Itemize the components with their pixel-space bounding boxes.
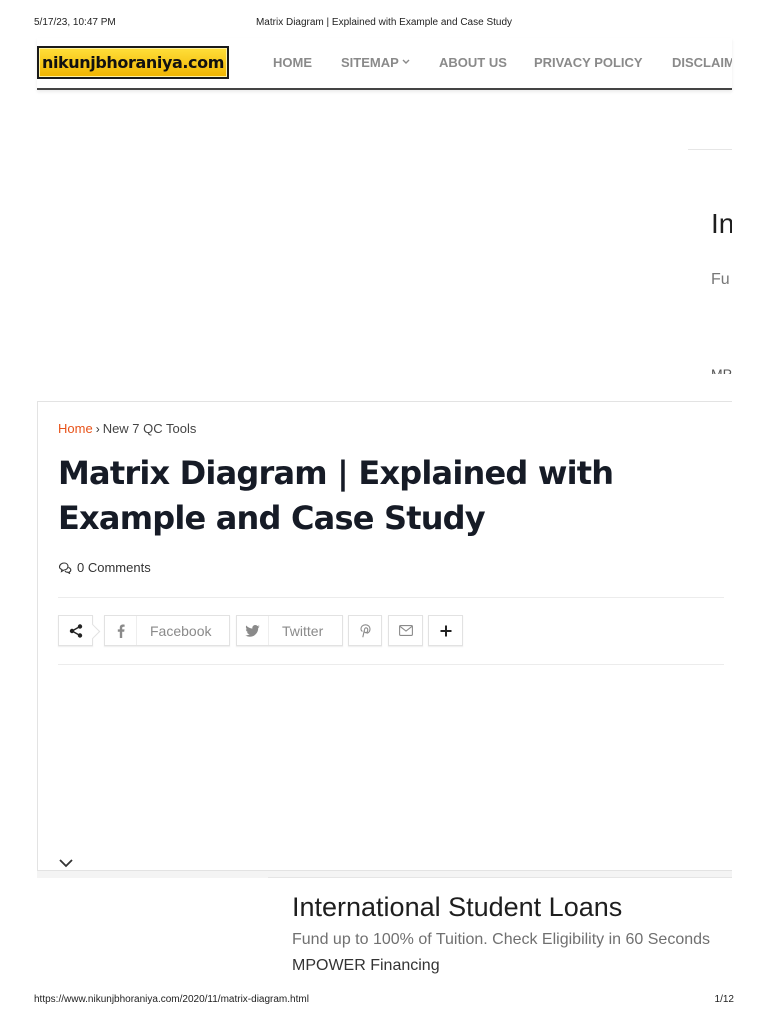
nav-about-us[interactable]: ABOUT US — [439, 55, 507, 70]
twitter-share-label: Twitter — [282, 622, 324, 639]
top-navbar: nikunjbhoraniya.com HOME SITEMAP ABOUT U… — [37, 38, 732, 90]
breadcrumb: Home › New 7 QC Tools — [58, 421, 196, 436]
twitter-icon — [237, 616, 269, 645]
divider — [58, 597, 724, 598]
facebook-share-label: Facebook — [150, 622, 212, 639]
bottom-ad-banner[interactable]: International Student Loans Fund up to 1… — [268, 877, 732, 989]
email-icon — [398, 625, 413, 636]
share-toggle-button[interactable] — [58, 615, 93, 646]
side-ad-advertiser: MP — [711, 366, 732, 374]
ad-title: International Student Loans — [292, 892, 623, 922]
print-doc-title: Matrix Diagram | Explained with Example … — [255, 17, 513, 28]
site-logo[interactable]: nikunjbhoraniya.com — [37, 46, 229, 79]
comments-count: 0 Comments — [77, 560, 151, 575]
card-clip — [732, 395, 768, 885]
side-ad-clip — [732, 140, 768, 390]
logo-text: nikunjbhoraniya.com — [41, 53, 225, 72]
chevron-down-icon — [402, 59, 410, 64]
twitter-share-button[interactable]: Twitter — [236, 615, 343, 646]
post-title: Matrix Diagram | Explained with Example … — [58, 454, 614, 537]
breadcrumb-category-link[interactable]: New 7 QC Tools — [103, 421, 197, 436]
comments-icon — [58, 561, 72, 574]
nav-privacy-policy[interactable]: PRIVACY POLICY — [534, 55, 643, 70]
print-header: 5/17/23, 10:47 PM Matrix Diagram | Expla… — [0, 17, 768, 31]
side-ad-desc: Fu — [711, 271, 730, 288]
pinterest-share-button[interactable] — [348, 615, 382, 646]
more-share-button[interactable] — [428, 615, 463, 646]
share-icon — [69, 623, 82, 638]
chevron-down-icon[interactable] — [58, 857, 74, 869]
side-ad-divider — [688, 149, 732, 150]
print-page-number: 1/12 — [714, 994, 734, 1005]
breadcrumb-separator: › — [95, 422, 100, 436]
breadcrumb-home-link[interactable]: Home — [58, 421, 93, 436]
divider — [58, 664, 724, 665]
side-ad-widget[interactable]: In Fu MP — [688, 140, 768, 390]
article-card: Home › New 7 QC Tools Matrix Diagram | Exp… — [37, 401, 757, 871]
ad-description: Fund up to 100% of Tuition. Check Eligib… — [292, 931, 711, 948]
facebook-icon — [105, 616, 137, 645]
nav-disclaimer[interactable]: DISCLAIM — [672, 55, 732, 70]
plus-icon — [440, 625, 451, 636]
nav-sitemap-label: SITEMAP — [341, 55, 399, 70]
print-footer: https://www.nikunjbhoraniya.com/2020/11/… — [0, 994, 768, 1008]
pinterest-icon — [359, 623, 371, 637]
comments-link[interactable]: 0 Comments — [58, 560, 151, 575]
facebook-share-button[interactable]: Facebook — [104, 615, 230, 646]
share-buttons: Facebook Twitter — [58, 615, 478, 647]
email-share-button[interactable] — [388, 615, 423, 646]
ad-advertiser: MPOWER Financing — [292, 957, 440, 974]
nav-sitemap[interactable]: SITEMAP — [341, 55, 410, 70]
print-url: https://www.nikunjbhoraniya.com/2020/11/… — [34, 994, 309, 1005]
nav-home[interactable]: HOME — [273, 55, 312, 70]
side-ad-title: In — [711, 208, 732, 239]
